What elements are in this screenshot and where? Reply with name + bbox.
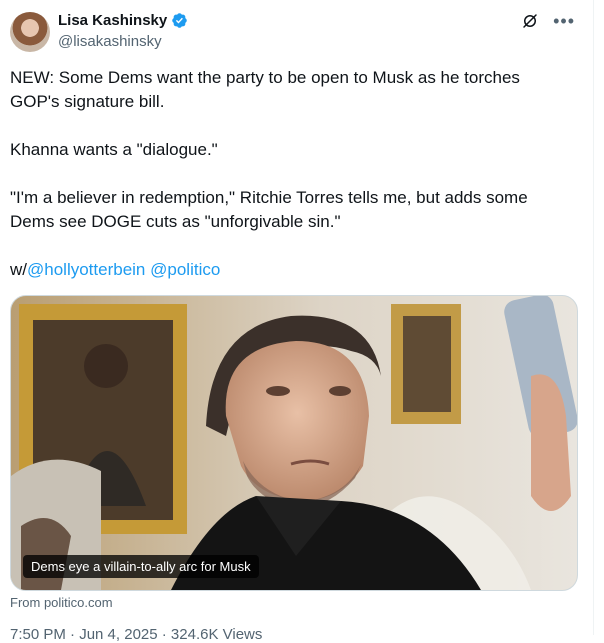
- tweet-mentions-line: w/@hollyotterbein @politico: [10, 258, 570, 282]
- tweet-line-2: Khanna wants a "dialogue.": [10, 140, 218, 159]
- column-divider: [593, 0, 594, 635]
- avatar[interactable]: [10, 12, 50, 52]
- verified-badge-icon: [172, 13, 187, 28]
- mention-hollyotterbein[interactable]: @hollyotterbein: [27, 260, 145, 279]
- tweet-line-3: "I'm a believer in redemption," Ritchie …: [10, 188, 528, 231]
- author-name-row: Lisa Kashinsky: [58, 12, 188, 29]
- article-photo: [11, 296, 577, 590]
- tweet-text: NEW: Some Dems want the party to be open…: [10, 66, 570, 282]
- with-prefix: w/: [10, 260, 27, 279]
- media-caption: Dems eye a villain-to-ally arc for Musk: [23, 555, 259, 578]
- tweet-card: Lisa Kashinsky @lisakashinsky ••• NEW: S…: [0, 0, 593, 643]
- tweet-actions-top: •••: [521, 12, 575, 30]
- link-card-image[interactable]: Dems eye a villain-to-ally arc for Musk: [10, 295, 578, 591]
- author-handle[interactable]: @lisakashinsky: [58, 33, 162, 50]
- author-name[interactable]: Lisa Kashinsky: [58, 12, 167, 29]
- more-icon[interactable]: •••: [553, 12, 575, 30]
- tweet-line-1: NEW: Some Dems want the party to be open…: [10, 68, 520, 111]
- mention-politico[interactable]: @politico: [150, 260, 220, 279]
- grok-icon[interactable]: [521, 12, 539, 30]
- link-source[interactable]: From politico.com: [10, 595, 113, 610]
